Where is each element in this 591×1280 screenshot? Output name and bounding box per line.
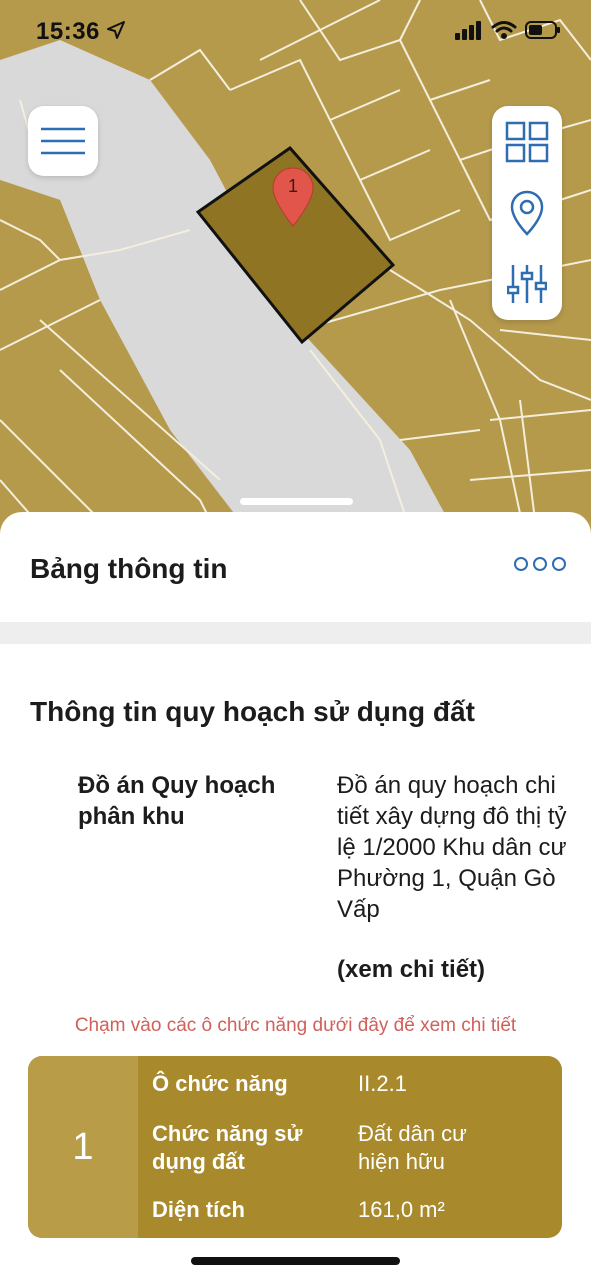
plan-label: Đồ án Quy hoạch phân khu bbox=[78, 772, 276, 830]
grid-icon bbox=[505, 121, 549, 162]
map-tools bbox=[492, 106, 562, 320]
lot-number: 1 bbox=[28, 1056, 138, 1238]
battery-icon bbox=[525, 21, 560, 39]
status-time: 15:36 bbox=[36, 18, 100, 45]
plan-value: Đồ án quy hoạch chi tiết xây dựng đô thị… bbox=[337, 772, 567, 923]
dot bbox=[552, 557, 566, 571]
panel-title: Bảng thông tin bbox=[30, 553, 228, 584]
lot-function-card[interactable]: 1 Ô chức năng II.2.1 Chức năng sử dụng đ… bbox=[28, 1056, 562, 1238]
signal-icon bbox=[455, 21, 481, 40]
map-marker-label: 1 bbox=[288, 176, 298, 196]
status-bar: 15:36 bbox=[0, 0, 591, 64]
location-arrow-icon bbox=[107, 21, 125, 39]
dot bbox=[514, 557, 528, 571]
menu-button[interactable] bbox=[28, 106, 98, 176]
row-label-land-use: Chức năng sử dụng đất bbox=[152, 1121, 303, 1174]
row-value-area: 161,0 m² bbox=[358, 1197, 445, 1222]
sheet-grabber[interactable] bbox=[240, 498, 353, 505]
row-value-land-use: Đất dân cư hiện hữu bbox=[358, 1121, 467, 1174]
hint-text: Chạm vào các ô chức năng dưới đây để xem… bbox=[74, 1015, 517, 1036]
filter-settings-button[interactable] bbox=[492, 248, 562, 319]
row-label-function-cell: Ô chức năng bbox=[152, 1071, 288, 1096]
layers-grid-button[interactable] bbox=[492, 106, 562, 177]
sliders-icon bbox=[507, 264, 547, 303]
section-title: Thông tin quy hoạch sử dụng đất bbox=[30, 696, 475, 727]
my-location-button[interactable] bbox=[492, 177, 562, 248]
row-label-area: Diện tích bbox=[152, 1197, 245, 1222]
more-dots-icon[interactable] bbox=[514, 557, 566, 571]
view-detail-link[interactable]: (xem chi tiết) bbox=[337, 956, 485, 984]
wifi-icon bbox=[491, 21, 517, 39]
section-divider bbox=[0, 622, 591, 644]
row-value-function-cell: II.2.1 bbox=[358, 1071, 407, 1096]
menu-icon bbox=[41, 127, 85, 155]
dot bbox=[533, 557, 547, 571]
location-pin-icon bbox=[510, 190, 544, 236]
status-icons bbox=[455, 20, 561, 40]
home-indicator[interactable] bbox=[191, 1257, 400, 1265]
